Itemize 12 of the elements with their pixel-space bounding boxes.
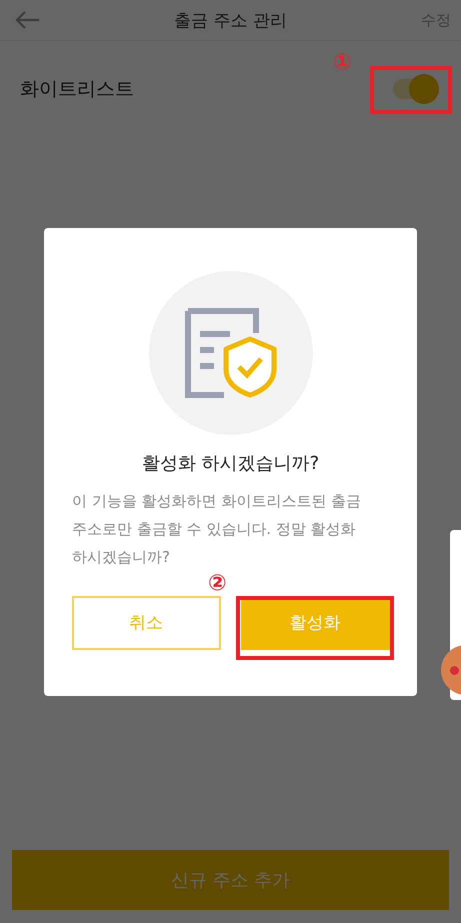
annotation-number: ① bbox=[333, 52, 352, 74]
back-icon[interactable] bbox=[14, 10, 40, 30]
add-address-button[interactable]: 신규 주소 추가 bbox=[12, 850, 449, 910]
page-title: 출금 주소 관리 bbox=[174, 10, 287, 32]
toggle-switch[interactable] bbox=[391, 74, 439, 104]
document-shield-icon bbox=[184, 306, 278, 398]
annotation-number: ② bbox=[208, 573, 227, 595]
whitelist-label: 화이트리스트 bbox=[20, 76, 134, 102]
cancel-button[interactable]: 취소 bbox=[72, 596, 220, 650]
dialog-title: 활성화 하시겠습니까? bbox=[142, 452, 320, 474]
dot-icon bbox=[450, 666, 459, 675]
dialog-message: 이 기능을 활성화하면 화이트리스트된 출금 주소로만 출금할 수 있습니다. 정말 활성화 하시겠습니까? bbox=[72, 490, 362, 568]
